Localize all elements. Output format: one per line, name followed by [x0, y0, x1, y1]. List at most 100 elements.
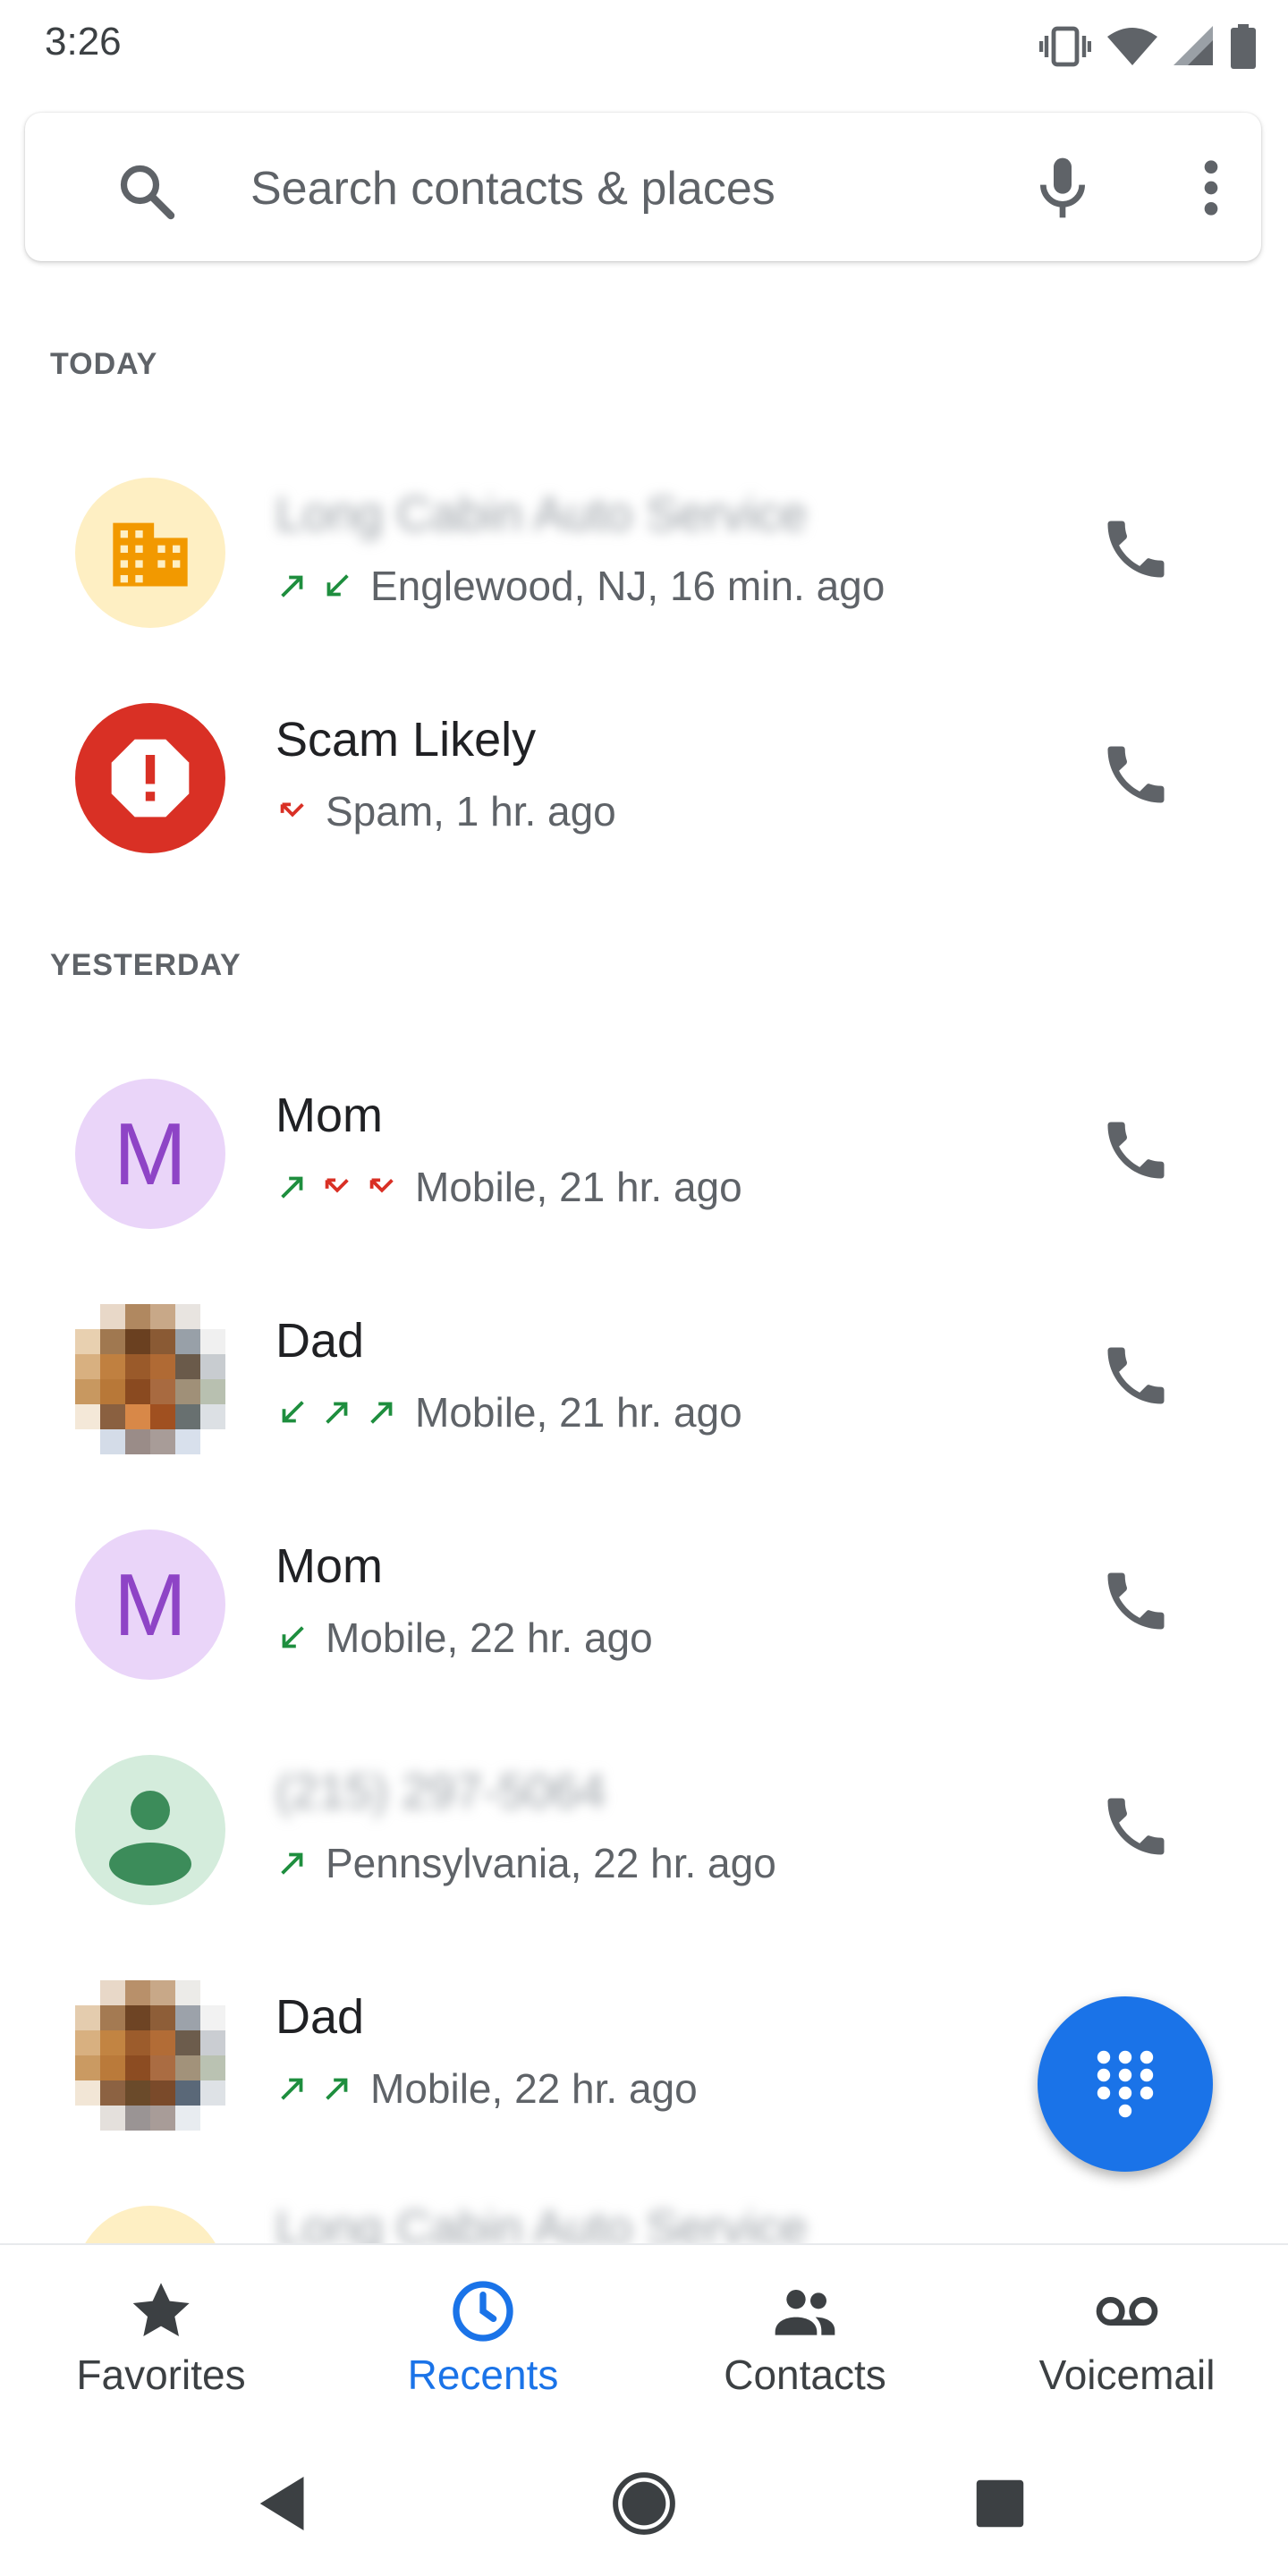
dialpad-button[interactable]: [1038, 1996, 1213, 2172]
status-icons: [1039, 21, 1256, 72]
bottom-navigation: Favorites Recents Contacts Voicemail: [0, 2243, 1288, 2432]
incoming-call-icon: [326, 574, 349, 597]
signal-icon: [1174, 26, 1213, 65]
call-detail-text: Pennsylvania, 22 hr. ago: [326, 1840, 776, 1886]
avatar: M: [75, 1079, 225, 1229]
search-icon[interactable]: [114, 159, 179, 224]
tab-voicemail[interactable]: Voicemail: [966, 2245, 1288, 2429]
call-row[interactable]: M Mom Mobile, 22 hr. ago: [0, 1501, 1288, 1707]
contact-name: Dad: [275, 1990, 365, 2044]
avatar-initial: M: [114, 1555, 187, 1654]
call-detail: Mobile, 22 hr. ago: [275, 1614, 653, 1662]
section-today: TODAY: [50, 347, 158, 381]
call-icon[interactable]: [1098, 737, 1174, 812]
call-detail-text: Englewood, NJ, 16 min. ago: [370, 563, 886, 609]
home-icon[interactable]: [604, 2463, 684, 2544]
call-type-icons: [275, 1846, 309, 1880]
call-detail: Mobile, 22 hr. ago: [275, 2064, 698, 2113]
avatar: M: [75, 1530, 225, 1680]
avatar: [75, 703, 225, 853]
avatar: [75, 1755, 225, 1905]
vibrate-icon: [1039, 26, 1091, 67]
call-detail-text: Mobile, 22 hr. ago: [326, 1614, 653, 1661]
dialpad-icon: [1097, 2050, 1154, 2118]
contact-photo-pixels: [75, 1980, 225, 2131]
call-type-icons: [275, 2072, 354, 2106]
person-icon: [109, 1791, 191, 1885]
status-time: 3:26: [45, 20, 122, 64]
missed-call-icon: [280, 802, 304, 818]
contact-name: Dad: [275, 1314, 365, 1368]
battery-icon: [1231, 24, 1256, 69]
call-icon[interactable]: [1098, 1113, 1174, 1188]
call-icon[interactable]: [1098, 1563, 1174, 1639]
search-bar[interactable]: [25, 113, 1261, 261]
missed-call-icon: [325, 1178, 349, 1193]
contact-name: Scam Likely: [275, 713, 537, 767]
tab-contacts[interactable]: Contacts: [644, 2245, 966, 2429]
call-row[interactable]: Long Cabin Auto Service: [0, 2177, 1288, 2243]
call-row[interactable]: M Mom Mobile, 21 hr. ago: [0, 1050, 1288, 1256]
mic-icon[interactable]: [1027, 152, 1098, 224]
star-icon: [132, 2283, 190, 2336]
avatar: [75, 478, 225, 628]
contact-photo: [75, 1980, 225, 2131]
avatar: [75, 2206, 225, 2243]
call-type-icons: [275, 1395, 399, 1429]
back-icon[interactable]: [243, 2463, 324, 2544]
call-detail: Englewood, NJ, 16 min. ago: [275, 562, 885, 610]
business-icon: [113, 522, 188, 587]
call-detail: Spam, 1 hr. ago: [275, 787, 616, 835]
outgoing-call-icon: [281, 2078, 303, 2100]
incoming-call-icon: [282, 1401, 304, 1423]
call-detail: Mobile, 21 hr. ago: [275, 1163, 742, 1211]
contact-name: Mom: [275, 1089, 383, 1142]
call-icon[interactable]: [1098, 1338, 1174, 1413]
missed-call-icon: [369, 1178, 394, 1193]
tab-recents-label: Recents: [407, 2351, 559, 2398]
people-icon: [775, 2290, 835, 2335]
contact-photo-pixels: [75, 1304, 225, 1454]
call-detail-text: Mobile, 21 hr. ago: [415, 1164, 742, 1210]
tab-favorites[interactable]: Favorites: [0, 2245, 322, 2429]
call-type-icons: [275, 794, 309, 828]
outgoing-call-icon: [281, 1176, 303, 1199]
status-bar: 3:26: [0, 0, 1288, 86]
call-row[interactable]: Dad Mobile, 21 hr. ago: [0, 1275, 1288, 1481]
spam-icon: [111, 739, 190, 818]
call-detail-text: Mobile, 21 hr. ago: [415, 1389, 742, 1436]
outgoing-call-icon: [281, 575, 303, 597]
tab-voicemail-label: Voicemail: [1038, 2351, 1216, 2398]
section-yesterday: YESTERDAY: [50, 948, 242, 982]
call-row[interactable]: Long Cabin Auto Service Englewood, NJ, 1…: [0, 449, 1288, 655]
avatar-initial: M: [114, 1104, 187, 1203]
outgoing-call-icon: [281, 1852, 303, 1875]
call-row[interactable]: (215) 297-5064 Pennsylvania, 22 hr. ago: [0, 1726, 1288, 1932]
call-icon[interactable]: [1098, 1789, 1174, 1864]
call-detail: Mobile, 21 hr. ago: [275, 1388, 742, 1436]
tab-favorites-label: Favorites: [76, 2351, 246, 2398]
tab-recents[interactable]: Recents: [322, 2245, 644, 2429]
overview-icon[interactable]: [960, 2463, 1040, 2544]
call-row[interactable]: Scam Likely Spam, 1 hr. ago: [0, 674, 1288, 880]
wifi-icon: [1107, 28, 1157, 65]
clock-icon: [453, 2281, 513, 2342]
call-icon[interactable]: [1098, 512, 1174, 587]
outgoing-call-icon: [326, 1402, 348, 1424]
call-detail-text: Mobile, 22 hr. ago: [370, 2065, 698, 2112]
contact-photo: [75, 1304, 225, 1454]
incoming-call-icon: [282, 1626, 304, 1648]
search-input[interactable]: [249, 154, 986, 224]
call-detail-text: Spam, 1 hr. ago: [326, 788, 616, 835]
voicemail-icon: [1096, 2296, 1158, 2326]
contact-name: Long Cabin Auto Service: [275, 487, 808, 541]
call-type-icons: [275, 1170, 399, 1204]
call-type-icons: [275, 1621, 309, 1655]
tab-contacts-label: Contacts: [724, 2351, 886, 2398]
outgoing-call-icon: [326, 2078, 348, 2100]
system-navigation: [0, 2428, 1288, 2576]
more-options-icon[interactable]: [1184, 152, 1238, 224]
call-detail: Pennsylvania, 22 hr. ago: [275, 1839, 776, 1887]
contact-name: Mom: [275, 1539, 383, 1593]
contact-name: (215) 297-5064: [275, 1765, 606, 1818]
